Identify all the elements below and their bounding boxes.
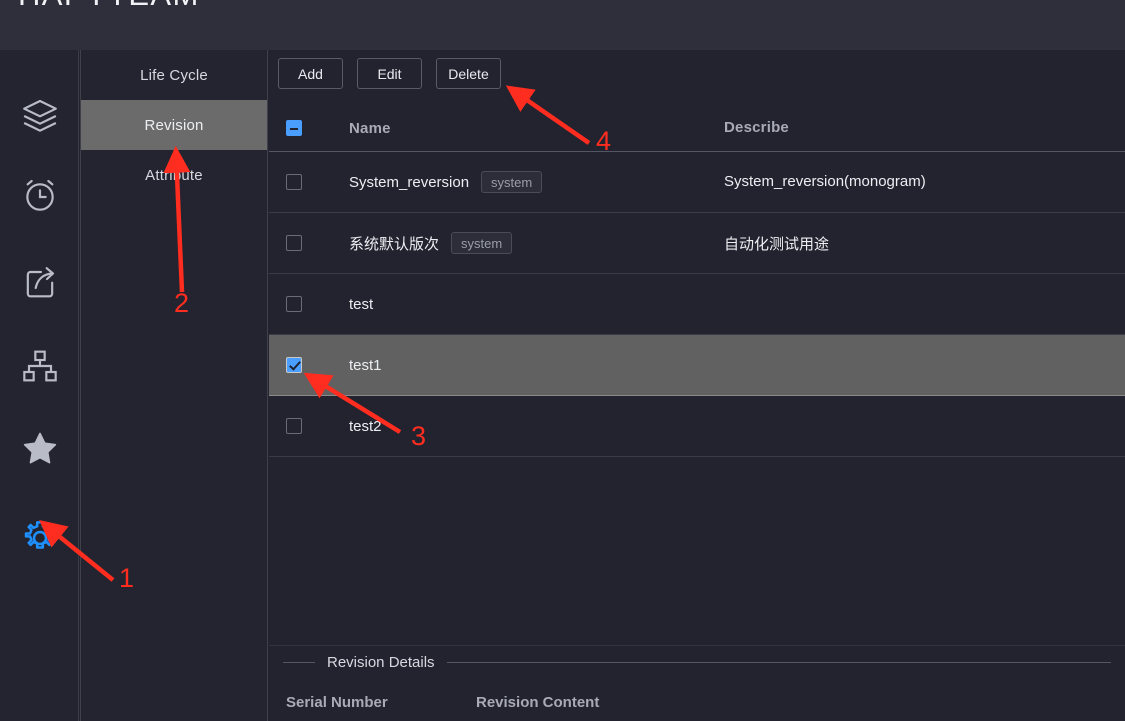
app-brand-title: HAPYTEAM [18, 0, 200, 13]
row-checkbox[interactable] [286, 357, 302, 373]
annotation-number-3: 3 [411, 421, 427, 451]
revision-table: Name Describe System_reversion system Sy… [269, 105, 1125, 457]
row-cell-name: System_reversion system [349, 171, 724, 193]
share-export-icon [20, 262, 60, 302]
annotation-number-1: 1 [119, 563, 135, 593]
nav-item-label: Attribute [145, 166, 203, 184]
revision-details-divider: Revision Details [269, 646, 1125, 678]
annotation-number-2: 2 [174, 288, 190, 318]
row-checkbox[interactable] [286, 296, 302, 312]
table-row[interactable]: 系统默认版次 system 自动化测试用途 [269, 213, 1125, 274]
table-header-row: Name Describe [269, 105, 1125, 152]
alarm-clock-icon [20, 175, 60, 215]
star-icon [20, 428, 60, 468]
row-cell-name: test2 [349, 418, 724, 435]
row-describe-text: 自动化测试用途 [724, 235, 830, 253]
rail-item-sitemap[interactable] [0, 338, 79, 394]
row-checkbox[interactable] [286, 235, 302, 251]
row-checkbox-cell [269, 174, 349, 190]
header-checkbox-cell [269, 120, 349, 136]
row-checkbox-cell [269, 418, 349, 434]
layers-icon [20, 96, 60, 136]
main-content: Add Edit Delete Name Describe System_rev… [269, 50, 1125, 721]
row-system-tag: system [481, 171, 543, 193]
row-name-text: 系统默认版次 [349, 235, 440, 253]
row-cell-name: test [349, 296, 724, 313]
column-header-describe: Describe [724, 119, 789, 136]
header-cell-describe: Describe [724, 119, 1125, 137]
row-checkbox-cell [269, 235, 349, 251]
table-row[interactable]: test [269, 274, 1125, 335]
rail-item-settings[interactable] [0, 510, 79, 566]
nav-item-attribute[interactable]: Attribute [81, 150, 267, 200]
secondary-nav-panel: Life Cycle Revision Attribute [80, 50, 268, 721]
delete-button[interactable]: Delete [436, 58, 501, 89]
gear-icon [20, 518, 60, 558]
row-name-text: test1 [349, 356, 382, 374]
row-checkbox-cell [269, 296, 349, 312]
rail-item-layers[interactable] [0, 88, 79, 144]
annotation-number-4: 4 [596, 126, 612, 156]
rail-item-alarm-clock[interactable] [0, 167, 79, 223]
divider-line-left [283, 661, 315, 663]
column-header-revision-content: Revision Content [476, 694, 600, 711]
table-row[interactable]: System_reversion system System_reversion… [269, 152, 1125, 213]
details-header-row: Serial Number Revision Content [269, 694, 1125, 711]
column-header-serial-number: Serial Number [286, 694, 388, 711]
sitemap-icon [20, 346, 60, 386]
row-checkbox[interactable] [286, 174, 302, 190]
row-checkbox-cell [269, 357, 349, 373]
row-cell-name: 系统默认版次 system [349, 232, 724, 254]
divider-line-right [446, 661, 1111, 663]
row-cell-describe: 自动化测试用途 [724, 233, 1125, 254]
edit-button[interactable]: Edit [357, 58, 422, 89]
rail-item-share[interactable] [0, 254, 79, 310]
column-header-name: Name [349, 119, 391, 137]
application-window: HAPYTEAM [0, 0, 1125, 721]
row-cell-describe: System_reversion(monogram) [724, 173, 1125, 191]
row-system-tag: system [451, 232, 513, 254]
add-button[interactable]: Add [278, 58, 343, 89]
row-name-text: System_reversion [349, 173, 470, 191]
row-cell-name: test1 [349, 357, 724, 374]
nav-item-label: Revision [144, 116, 204, 134]
row-name-text: test [349, 295, 374, 313]
row-checkbox[interactable] [286, 418, 302, 434]
revision-details-panel: Revision Details Serial Number Revision … [269, 645, 1125, 721]
nav-item-revision[interactable]: Revision [81, 100, 267, 150]
revision-details-title: Revision Details [327, 653, 435, 671]
table-row-selected[interactable]: test1 [269, 335, 1125, 396]
nav-item-life-cycle[interactable]: Life Cycle [81, 50, 267, 100]
top-header: HAPYTEAM [0, 0, 1125, 50]
row-describe-text: System_reversion(monogram) [724, 173, 926, 190]
table-row[interactable]: test2 [269, 396, 1125, 457]
nav-item-label: Life Cycle [140, 66, 208, 84]
left-icon-rail [0, 50, 79, 721]
select-all-checkbox[interactable] [286, 120, 302, 136]
row-name-text: test2 [349, 417, 382, 435]
rail-item-star[interactable] [0, 420, 79, 476]
action-toolbar: Add Edit Delete [269, 58, 501, 98]
header-cell-name: Name [349, 120, 724, 137]
